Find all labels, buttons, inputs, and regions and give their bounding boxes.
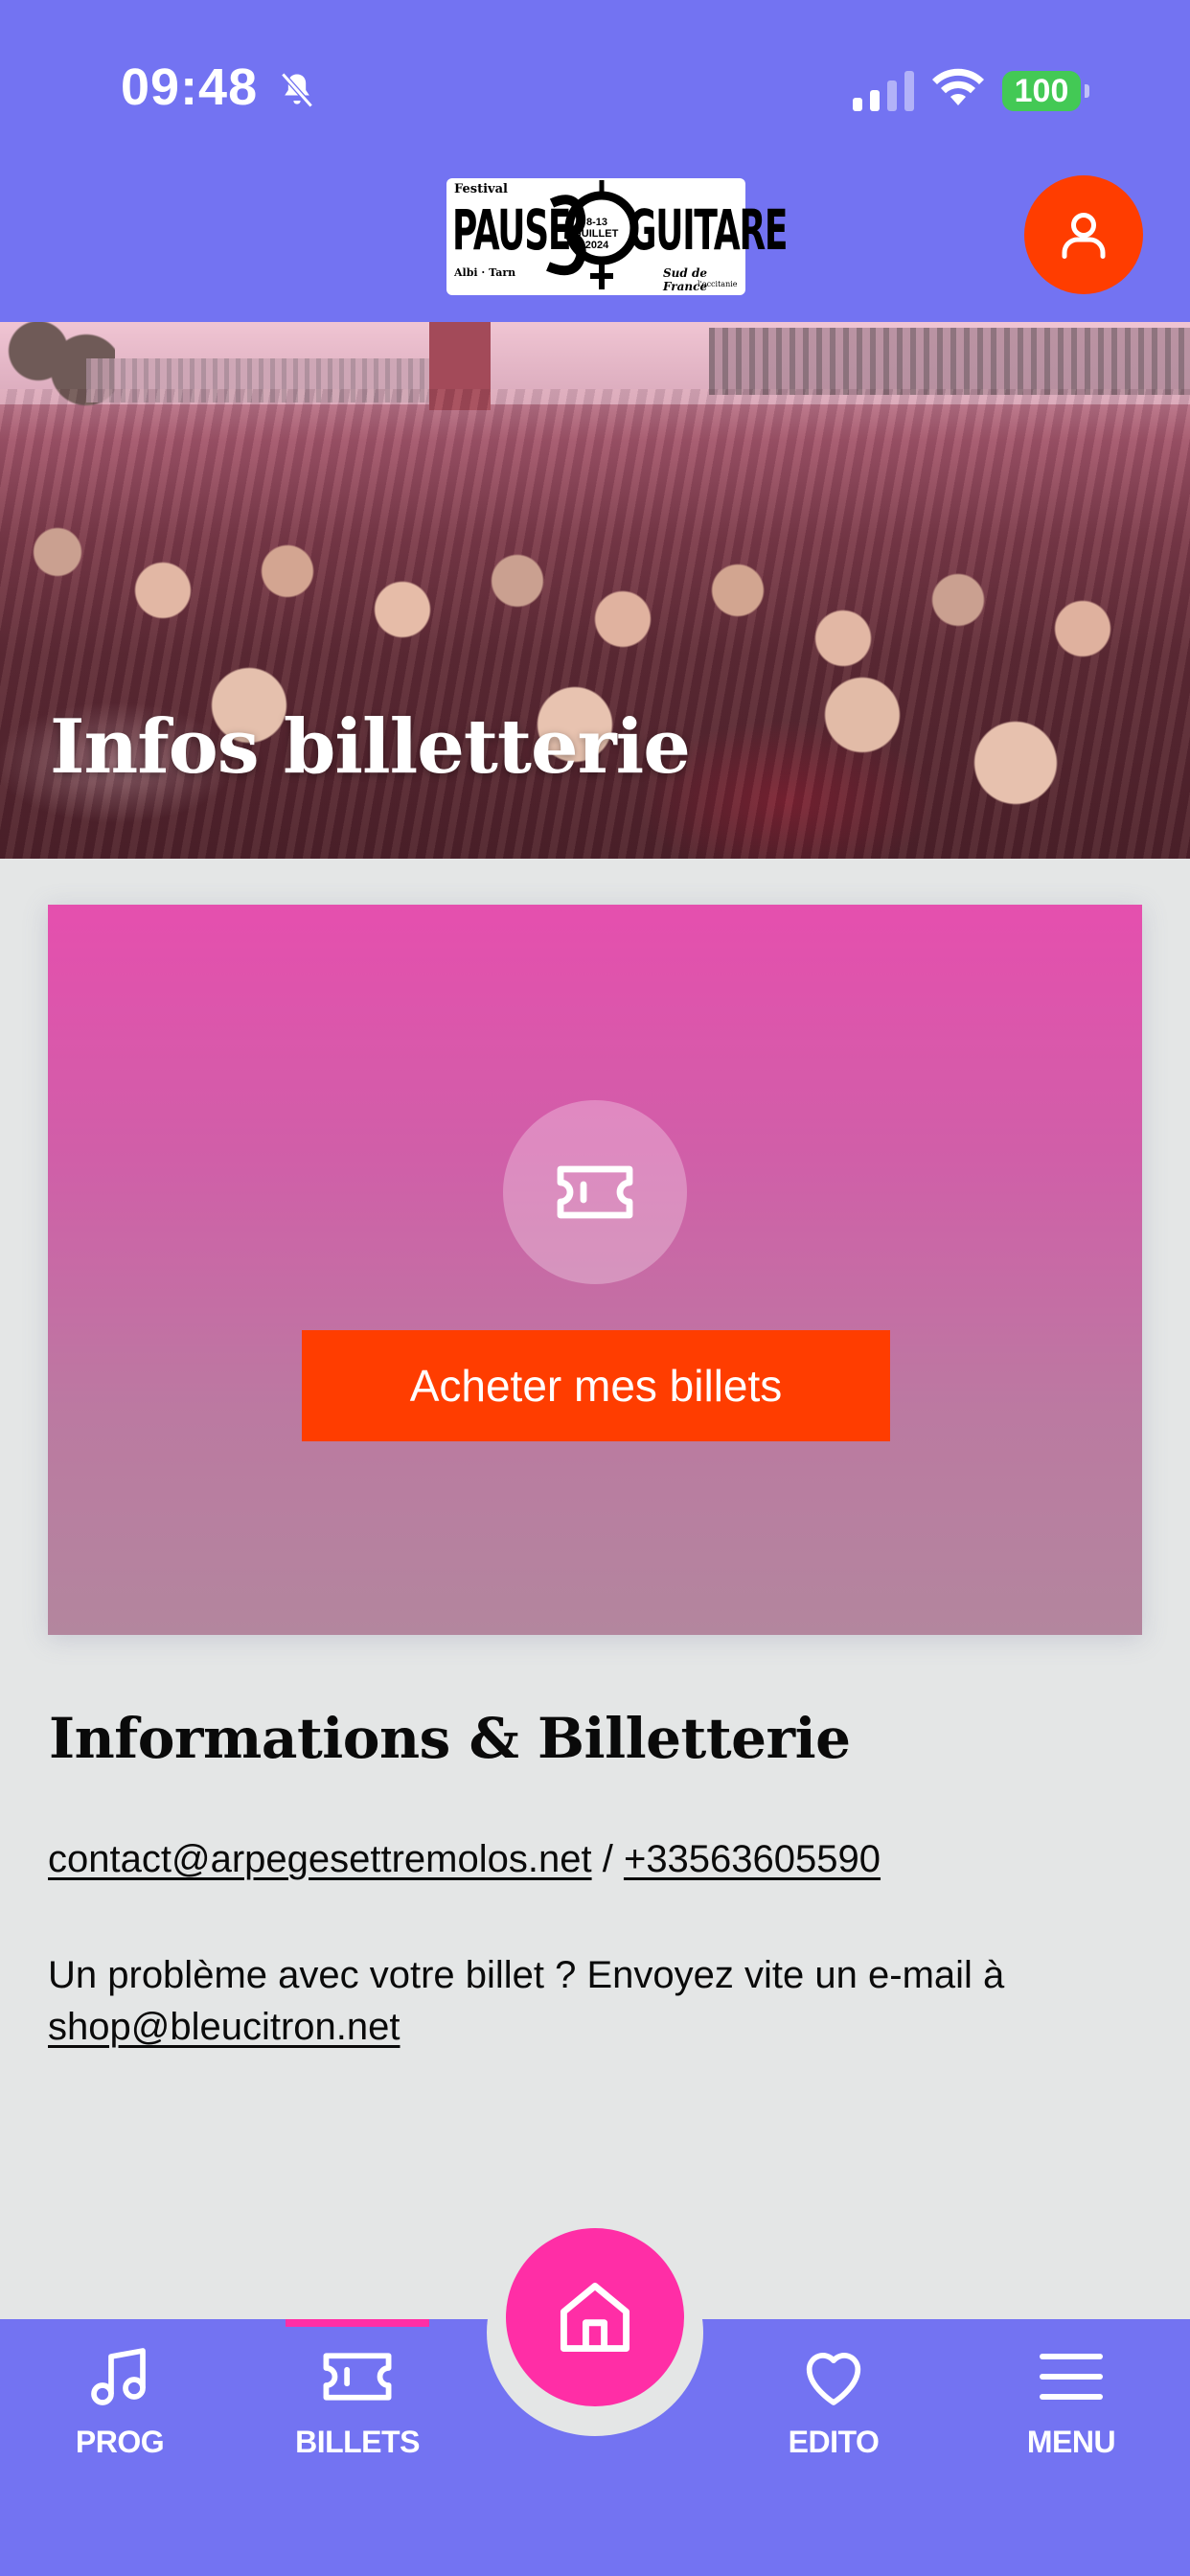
buy-tickets-button[interactable]: Acheter mes billets: [302, 1330, 890, 1441]
shop-email-link[interactable]: shop@bleucitron.net: [48, 2006, 400, 2048]
nav-item-prog[interactable]: PROG: [29, 2338, 211, 2472]
music-note-icon: [91, 2348, 146, 2405]
hamburger-icon: [1040, 2354, 1103, 2400]
logo-word-right: GUITARE: [629, 197, 788, 263]
nav-item-billets[interactable]: BILLETS: [266, 2338, 448, 2472]
contact-line: contact@arpegesettremolos.net / +3356360…: [48, 1838, 881, 1881]
heart-icon: [806, 2353, 861, 2405]
nav-item-edito[interactable]: EDITO: [743, 2338, 925, 2472]
hero-banner: Infos billetterie: [0, 322, 1190, 859]
logo-sponsor-sub: l'occitanie: [698, 280, 738, 288]
app-header: 09:48 100 Festival PAUSE 8-13 JUILLET 20…: [0, 0, 1190, 322]
user-icon: [1062, 213, 1106, 259]
ticket-problem-paragraph: Un problème avec votre billet ? Envoyez …: [48, 1949, 1121, 2053]
active-tab-indicator: [286, 2319, 429, 2327]
wifi-icon: [932, 68, 984, 105]
info-section-title: Informations & Billetterie: [49, 1706, 851, 1771]
nav-label-prog: PROG: [75, 2425, 165, 2459]
logo-city: Albi · Tarn: [454, 266, 516, 279]
home-button[interactable]: [506, 2228, 684, 2406]
nav-label-billets: BILLETS: [295, 2425, 420, 2459]
nav-item-menu[interactable]: MENU: [980, 2338, 1162, 2472]
ticket-problem-text: Un problème avec votre billet ? Envoyez …: [48, 1954, 1005, 1996]
ticket-icon: [557, 1165, 633, 1219]
festival-logo[interactable]: Festival PAUSE 8-13 JUILLET 2024 GUITARE…: [446, 178, 788, 295]
ticket-icon-circle: [503, 1100, 687, 1284]
logo-dates: 8-13 JUILLET 2024: [575, 217, 619, 251]
hero-stand-right: [709, 328, 1190, 395]
contact-email-link[interactable]: contact@arpegesettremolos.net: [48, 1838, 592, 1880]
home-icon: [560, 2282, 630, 2353]
profile-button[interactable]: [1024, 175, 1143, 294]
battery-level: 100: [1014, 72, 1069, 109]
bell-slash-icon: [281, 72, 313, 108]
nav-label-edito: EDITO: [788, 2425, 880, 2459]
contact-phone-link[interactable]: +33563605590: [624, 1838, 881, 1880]
nav-label-menu: MENU: [1026, 2425, 1116, 2459]
logo-festival: Festival: [454, 182, 508, 196]
contact-separator: /: [602, 1838, 613, 1880]
ticket-card: Acheter mes billets: [48, 905, 1142, 1635]
page-title: Infos billetterie: [50, 703, 691, 791]
cellular-signal-icon: [853, 71, 914, 111]
ticket-icon: [323, 2353, 392, 2401]
status-time: 09:48: [121, 58, 259, 116]
battery-indicator: 100: [1002, 71, 1089, 111]
